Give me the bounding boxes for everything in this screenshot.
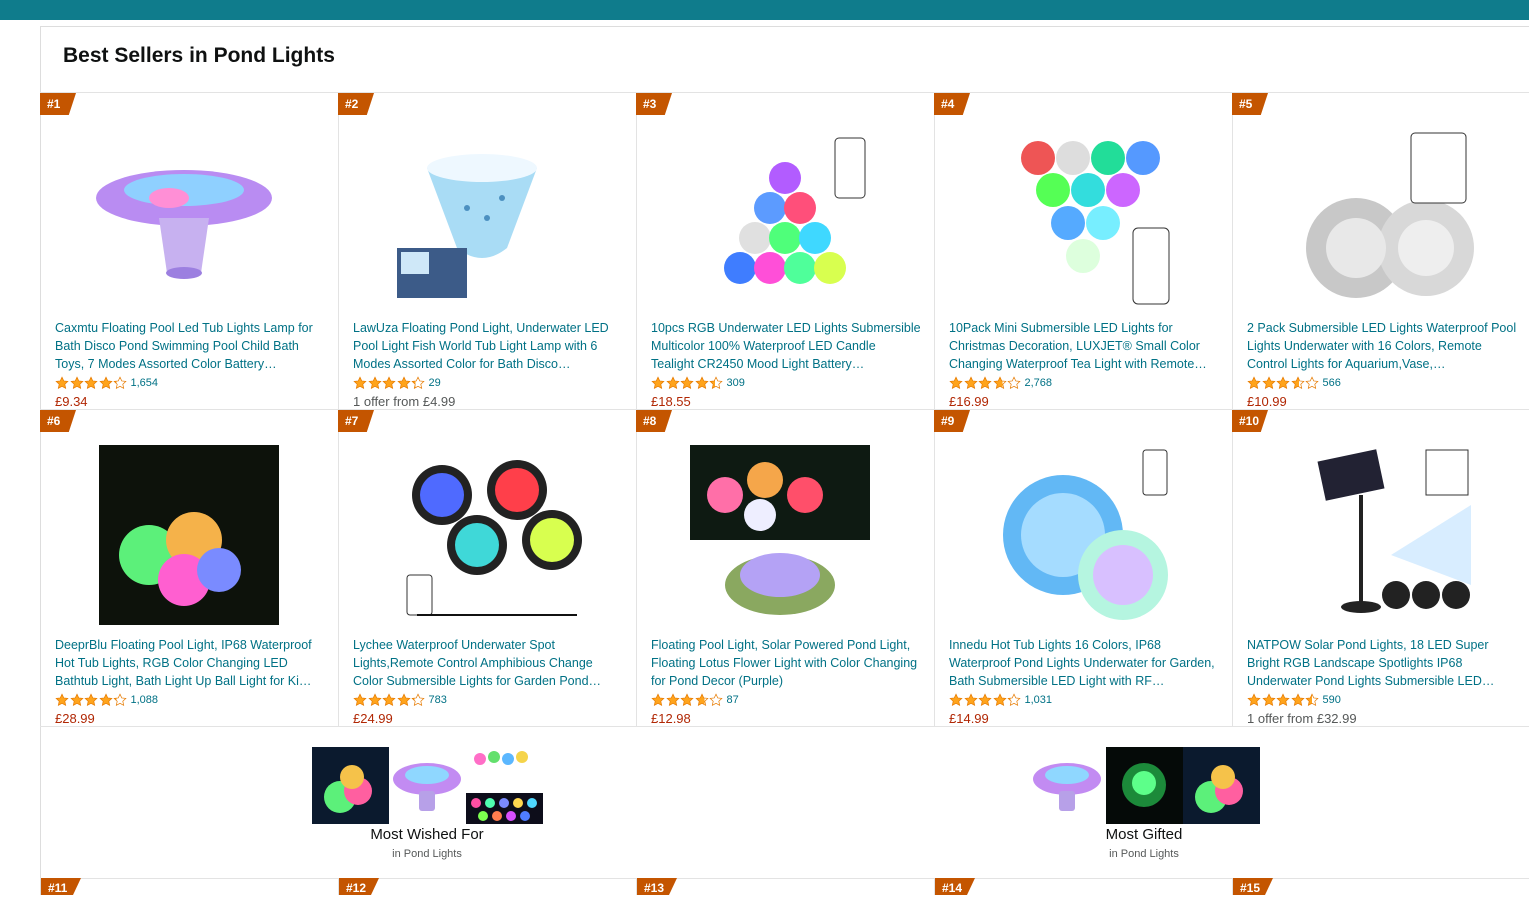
product-price: £9.34 [55,394,88,409]
stars-icon [353,693,426,707]
star-rating[interactable]: 309 [651,375,745,391]
review-count[interactable]: 29 [429,377,441,389]
star-rating[interactable]: 590 [1247,692,1341,708]
stars-icon [949,376,1022,390]
product-image[interactable] [1232,120,1529,315]
product-title-link[interactable]: 2 Pack Submersible LED Lights Waterproof… [1247,319,1517,373]
product-price: £10.99 [1247,394,1287,409]
star-rating[interactable]: 1,031 [949,692,1052,708]
top-banner [0,0,1529,20]
star-rating[interactable]: 2,768 [949,375,1052,391]
product-image[interactable] [934,120,1232,315]
offer-text[interactable]: 1 offer from £4.99 [353,394,455,409]
star-rating[interactable]: 87 [651,692,739,708]
product-thumbnail[interactable] [1105,747,1183,824]
stars-icon [651,376,724,390]
promo-subtitle: in Pond Lights [392,848,462,860]
product-thumbnail[interactable] [1028,747,1106,824]
product-price: £28.99 [55,711,95,726]
product-card[interactable]: #8 Floating Pool Light, Solar Powered Pon… [636,410,934,727]
product-card[interactable]: #4 10Pack Mini Submersible LED Lights for… [934,93,1232,410]
product-image[interactable] [636,437,934,632]
offer-text[interactable]: 1 offer from £32.99 [1247,711,1357,726]
rank-badge: #5 [1232,93,1268,115]
grid-divider [1232,878,1233,895]
product-card[interactable]: #5 2 Pack Submersible LED Lights Waterpro… [1232,93,1529,410]
product-title-link[interactable]: Floating Pool Light, Solar Powered Pond … [651,636,921,690]
rank-badge: #8 [636,410,672,432]
rank-badge: #6 [40,410,76,432]
grid-divider [934,878,935,895]
grid-divider [636,878,637,895]
review-count[interactable]: 87 [727,694,739,706]
review-count[interactable]: 590 [1323,694,1341,706]
product-title-link[interactable]: Caxmtu Floating Pool Led Tub Lights Lamp… [55,319,325,373]
rank-badge: #4 [934,93,970,115]
product-title-link[interactable]: Lychee Waterproof Underwater Spot Lights… [353,636,623,690]
promo-most-gifted[interactable]: Most Gifted in Pond Lights [998,747,1290,860]
product-thumbnail[interactable] [465,747,543,824]
rank-badge: #2 [338,93,374,115]
promo-title[interactable]: Most Wished For [281,826,573,843]
review-count[interactable]: 2,768 [1025,377,1053,389]
product-title-link[interactable]: Innedu Hot Tub Lights 16 Colors, IP68 Wa… [949,636,1219,690]
review-count[interactable]: 1,031 [1025,694,1053,706]
rank-badge: #1 [40,93,76,115]
promo-most-wished-for[interactable]: Most Wished For in Pond Lights [281,747,573,860]
product-title-link[interactable]: DeeprBlu Floating Pool Light, IP68 Water… [55,636,325,690]
product-card[interactable]: #10 NATPOW Solar Pond Lights, 18 LED Supe… [1232,410,1529,727]
rank-badge: #9 [934,410,970,432]
review-count[interactable]: 783 [429,694,447,706]
star-rating[interactable]: 1,654 [55,375,158,391]
product-image[interactable] [636,120,934,315]
product-thumbnail[interactable] [1182,747,1260,824]
product-image[interactable] [338,437,636,632]
rank-badge: #7 [338,410,374,432]
product-card[interactable]: #2 LawUza Floating Pond Light, Underwater… [338,93,636,410]
product-thumbnail[interactable] [311,747,389,824]
review-count[interactable]: 566 [1323,377,1341,389]
stars-icon [55,693,128,707]
product-image[interactable] [934,437,1232,632]
stars-icon [1247,376,1320,390]
stars-icon [353,376,426,390]
grid-divider [40,878,1529,879]
product-card[interactable]: #3 10pcs RGB Underwater LED Lights Submer… [636,93,934,410]
product-image[interactable] [40,437,338,632]
star-rating[interactable]: 783 [353,692,447,708]
product-price: £24.99 [353,711,393,726]
page-title: Best Sellers in Pond Lights [63,44,335,67]
grid-divider [338,878,339,895]
product-card[interactable]: #7 Lychee Waterproof Underwater Spot Ligh… [338,410,636,727]
star-rating[interactable]: 1,088 [55,692,158,708]
product-title-link[interactable]: LawUza Floating Pond Light, Underwater L… [353,319,623,373]
product-card[interactable]: #9 Innedu Hot Tub Lights 16 Colors, IP68 … [934,410,1232,727]
review-count[interactable]: 1,654 [131,377,159,389]
product-price: £14.99 [949,711,989,726]
product-card[interactable]: #6 DeeprBlu Floating Pool Light, IP68 Wat… [40,410,338,727]
product-price: £12.98 [651,711,691,726]
product-title-link[interactable]: 10pcs RGB Underwater LED Lights Submersi… [651,319,921,373]
stars-icon [651,693,724,707]
product-title-link[interactable]: 10Pack Mini Submersible LED Lights for C… [949,319,1219,373]
promo-subtitle: in Pond Lights [1109,848,1179,860]
rank-badge: #3 [636,93,672,115]
stars-icon [949,693,1022,707]
rank-badge: #10 [1232,410,1268,432]
star-rating[interactable]: 29 [353,375,441,391]
product-image[interactable] [1232,437,1529,632]
product-thumbnail[interactable] [388,747,466,824]
stars-icon [55,376,128,390]
review-count[interactable]: 309 [727,377,745,389]
star-rating[interactable]: 566 [1247,375,1341,391]
review-count[interactable]: 1,088 [131,694,159,706]
product-price: £18.55 [651,394,691,409]
product-card[interactable]: #1 Caxmtu Floating Pool Led Tub Lights La… [40,93,338,410]
product-image[interactable] [40,120,338,315]
product-title-link[interactable]: NATPOW Solar Pond Lights, 18 LED Super B… [1247,636,1517,690]
product-image[interactable] [338,120,636,315]
stars-icon [1247,693,1320,707]
promo-title[interactable]: Most Gifted [998,826,1290,843]
product-price: £16.99 [949,394,989,409]
